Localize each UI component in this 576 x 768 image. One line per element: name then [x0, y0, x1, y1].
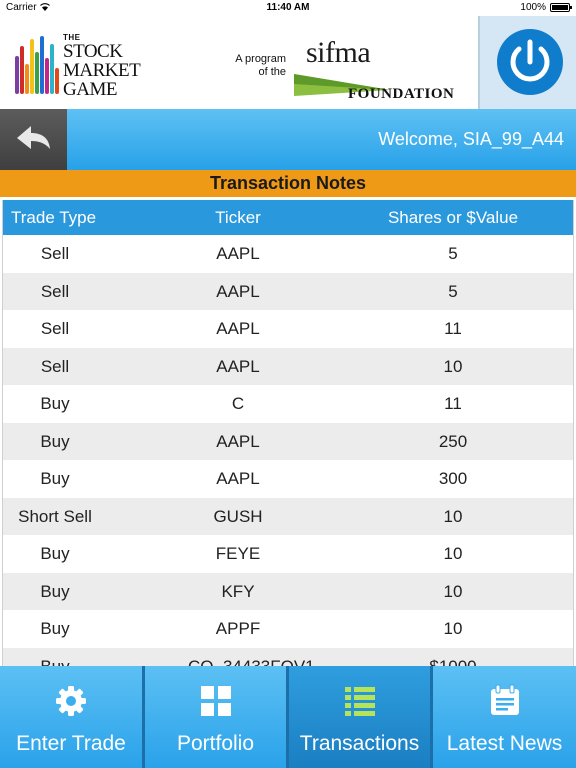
cell-ticker: AAPL: [216, 431, 260, 451]
table-header: Trade Type Ticker Shares or $Value: [3, 200, 573, 235]
logo-line-1: STOCK: [63, 41, 123, 62]
cell-ticker: APPF: [215, 619, 261, 638]
program-line-1: A program: [235, 53, 286, 65]
table-row[interactable]: Buy AAPL 250: [3, 422, 573, 460]
tab-portfolio[interactable]: Portfolio: [145, 666, 286, 768]
cell-trade-type: Sell: [40, 244, 70, 263]
tab-transactions[interactable]: Transactions: [289, 666, 430, 768]
tab-label: Enter Trade: [16, 732, 126, 755]
cell-trade-type: Sell: [40, 319, 70, 338]
cell-trade-type: Buy: [40, 544, 70, 563]
logo-wordmark: THE STOCK MARKET GAME: [63, 34, 141, 100]
cell-trade-type: Buy: [40, 394, 70, 413]
cell-trade-type: Sell: [40, 356, 70, 376]
program-caption: A program of the: [231, 53, 286, 79]
foundation-text: FOUNDATION: [348, 86, 455, 102]
cell-trade-type: Short Sell: [18, 506, 92, 526]
table-row[interactable]: Sell AAPL 5: [3, 235, 573, 273]
cell-trade-type: Buy: [40, 431, 70, 451]
page-title: Transaction Notes: [0, 170, 576, 197]
cell-shares: 5: [448, 244, 458, 263]
tab-label: Transactions: [299, 732, 420, 755]
tab-latest-news[interactable]: Latest News: [433, 666, 576, 768]
power-icon: [510, 39, 550, 82]
cell-shares: 11: [444, 394, 462, 413]
list-icon: [344, 687, 375, 716]
cell-shares: 300: [438, 469, 468, 488]
welcome-message: Welcome, SIA_99_A44: [378, 129, 564, 149]
cell-ticker: AAPL: [216, 469, 260, 488]
cell-trade-type: Sell: [40, 281, 70, 301]
cell-ticker: AAPL: [216, 244, 260, 263]
cell-ticker: C: [231, 394, 245, 413]
bottom-tab-bar: Enter Trade Portfolio Transactions Lates…: [0, 666, 576, 768]
table-row[interactable]: Buy APPF 10: [3, 610, 573, 648]
table-row[interactable]: Sell AAPL 11: [3, 310, 573, 348]
cell-shares: 10: [443, 619, 463, 638]
cell-shares: 10: [443, 356, 463, 376]
cell-shares: $1000: [429, 656, 477, 667]
calendar-icon: [490, 684, 519, 715]
cell-ticker: FEYE: [215, 544, 261, 563]
cell-ticker: CQ_34433FQV1: [188, 656, 315, 667]
cell-trade-type: Buy: [40, 581, 70, 601]
table-row[interactable]: Sell AAPL 5: [3, 272, 573, 310]
cell-trade-type: Buy: [40, 619, 70, 638]
cell-ticker: KFY: [221, 581, 255, 601]
back-button[interactable]: [0, 109, 67, 170]
stock-market-game-logo: THE STOCK MARKET GAME: [15, 34, 155, 99]
table-row[interactable]: Buy KFY 10: [3, 572, 573, 610]
cell-shares: 10: [443, 544, 463, 563]
cell-shares: 250: [438, 431, 468, 451]
table-row[interactable]: Buy AAPL 300: [3, 460, 573, 498]
column-header-shares: Shares or $Value: [387, 208, 519, 227]
gear-icon: [56, 686, 86, 716]
cell-shares: 11: [444, 319, 462, 338]
cell-ticker: AAPL: [216, 281, 260, 301]
back-arrow-icon: [17, 126, 50, 149]
table-row[interactable]: Buy C 11: [3, 385, 573, 423]
cell-shares: 5: [448, 281, 458, 301]
logo-line-3: GAME: [63, 79, 117, 100]
status-bar: Carrier 11:40 AM 100%: [0, 0, 576, 16]
cell-trade-type: Buy: [40, 469, 70, 488]
transactions-table: Trade Type Ticker Shares or $Value Sell …: [2, 200, 574, 666]
cell-ticker: AAPL: [216, 356, 260, 376]
table-row[interactable]: Short Sell GUSH 10: [3, 497, 573, 535]
table-row[interactable]: Buy FEYE 10: [3, 535, 573, 573]
column-header-ticker: Ticker: [215, 208, 261, 227]
cell-shares: 10: [443, 581, 463, 601]
battery-percent: 100%: [520, 2, 546, 13]
battery-icon: [550, 3, 572, 12]
table-row[interactable]: Buy CQ_34433FQV1 $1000: [3, 647, 573, 667]
column-header-trade-type: Trade Type: [11, 208, 97, 227]
tab-label: Portfolio: [176, 732, 255, 755]
logo-bars-icon: [15, 34, 59, 94]
cell-shares: 10: [443, 506, 463, 526]
logout-panel: [478, 16, 576, 109]
tab-enter-trade[interactable]: Enter Trade: [0, 666, 142, 768]
sifma-logo-text: sifma: [306, 36, 371, 69]
grid-icon: [200, 686, 231, 716]
program-line-2: of the: [258, 66, 286, 78]
table-row[interactable]: Sell AAPL 10: [3, 347, 573, 385]
cell-ticker: GUSH: [213, 506, 263, 526]
navigation-bar: Welcome, SIA_99_A44: [0, 109, 576, 170]
logout-button[interactable]: [497, 29, 563, 95]
app-header: THE STOCK MARKET GAME A program of the s…: [0, 16, 576, 109]
tab-label: Latest News: [446, 732, 563, 755]
status-time: 11:40 AM: [266, 2, 310, 13]
logo-line-2: MARKET: [63, 60, 141, 81]
cell-trade-type: Buy: [40, 656, 70, 667]
cell-ticker: AAPL: [216, 319, 260, 338]
